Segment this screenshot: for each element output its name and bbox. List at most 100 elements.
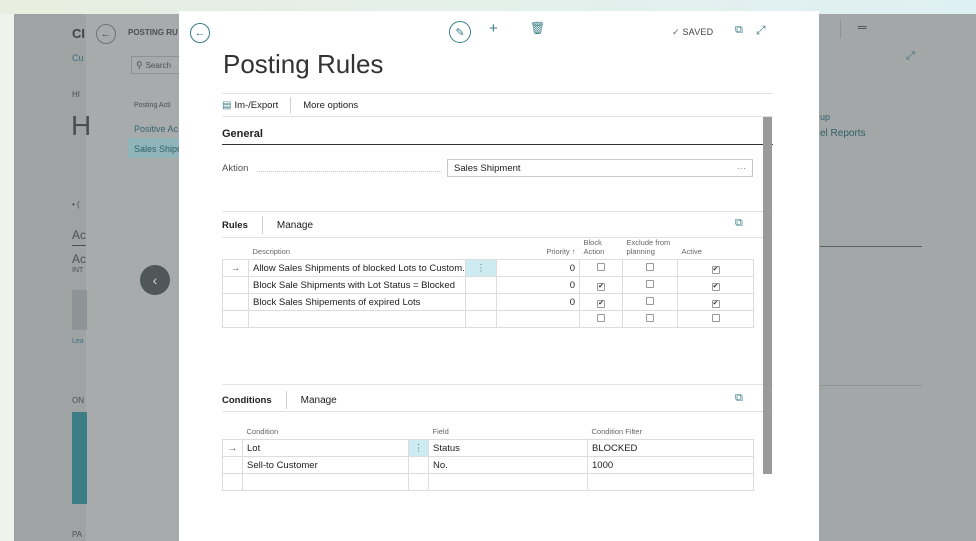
bg-right-reports[interactable]: el Reports: [820, 128, 866, 139]
expand-button[interactable]: ⤢: [756, 23, 766, 38]
condition-cell[interactable]: [242, 473, 409, 491]
page-title: Posting Rules: [223, 49, 384, 79]
previous-button[interactable]: ‹: [140, 265, 170, 295]
bg-tile: [72, 290, 87, 330]
row-actions-button[interactable]: [408, 456, 429, 474]
table-row[interactable]: [222, 310, 754, 328]
active-checkbox[interactable]: ✔: [711, 299, 720, 308]
active-checkbox[interactable]: ✔: [711, 282, 720, 291]
field-cell[interactable]: Status: [428, 439, 588, 457]
priority-cell[interactable]: [496, 310, 580, 328]
exclude-checkbox[interactable]: [646, 262, 654, 271]
column-header-field[interactable]: Field: [428, 427, 588, 440]
exclude-checkbox[interactable]: [646, 313, 654, 322]
rules-part-header: Rules Manage: [222, 216, 313, 234]
check-icon: ✓: [672, 27, 680, 37]
condition-cell[interactable]: Lot: [242, 439, 409, 457]
rules-expand-button[interactable]: ⧉: [735, 217, 743, 230]
row-actions-button[interactable]: [465, 276, 497, 294]
general-section-title[interactable]: General: [222, 128, 263, 140]
priority-cell[interactable]: 0: [496, 259, 580, 277]
row-indicator: [222, 276, 249, 294]
search-icon: ⚲: [136, 59, 143, 70]
row-actions-button[interactable]: [465, 310, 497, 328]
block-action-checkbox[interactable]: [597, 313, 605, 322]
scrollbar[interactable]: [763, 117, 772, 474]
row-actions-button[interactable]: ⋮: [465, 259, 497, 277]
rules-tab[interactable]: Rules: [222, 220, 248, 231]
row-indicator: →: [222, 259, 249, 277]
bg-side-item-selected[interactable]: Sales Shipn: [134, 144, 182, 154]
conditions-expand-button[interactable]: ⧉: [735, 392, 743, 405]
field-leader: [257, 171, 442, 172]
block-action-checkbox[interactable]: ✔: [597, 282, 605, 291]
filter-cell[interactable]: 1000: [587, 456, 754, 474]
lookup-icon[interactable]: ···: [737, 163, 747, 174]
field-cell[interactable]: No.: [428, 456, 588, 474]
expand-icon[interactable]: ⤢: [906, 50, 915, 63]
row-indicator: →: [222, 439, 243, 457]
row-indicator: [222, 293, 249, 311]
description-cell[interactable]: Block Sale Shipments with Lot Status = B…: [248, 276, 466, 294]
bg-search-box[interactable]: ⚲ Search: [131, 56, 181, 74]
rules-grid: Description Priority ↑ Block Action Excl…: [222, 238, 754, 328]
open-window-icon: ⧉: [735, 24, 743, 36]
table-row[interactable]: Block Sale Shipments with Lot Status = B…: [222, 276, 754, 294]
bg-back-button[interactable]: ←: [96, 24, 116, 44]
bg-app-title: CI: [72, 26, 85, 41]
description-cell[interactable]: [248, 310, 466, 328]
priority-cell[interactable]: 0: [496, 276, 580, 294]
background-side-panel: [86, 14, 191, 541]
column-header-condition-filter[interactable]: Condition Filter: [587, 427, 754, 440]
bg-ac-2: Ac: [72, 252, 87, 266]
more-options-button[interactable]: More options: [303, 100, 358, 111]
table-row[interactable]: → Lot ⋮ Status BLOCKED: [222, 439, 754, 457]
new-button[interactable]: +: [489, 20, 498, 37]
plus-icon: +: [489, 20, 498, 37]
column-header-description[interactable]: Description: [248, 238, 466, 260]
description-cell[interactable]: Allow Sales Shipments of blocked Lots to…: [248, 259, 466, 277]
column-header-priority[interactable]: Priority ↑: [496, 238, 580, 260]
aktion-value: Sales Shipment: [454, 162, 521, 174]
block-action-checkbox[interactable]: ✔: [597, 299, 605, 308]
action-bar: ▤ Im-/Export More options: [222, 93, 773, 117]
description-cell[interactable]: Block Sales Shipements of expired Lots: [248, 293, 466, 311]
row-actions-button[interactable]: ⋮: [408, 439, 429, 457]
exclude-checkbox[interactable]: [646, 296, 654, 305]
bg-side-item[interactable]: Positive Ac: [134, 124, 178, 134]
arrow-left-icon: ←: [194, 27, 206, 39]
block-action-checkbox[interactable]: [597, 262, 605, 271]
aktion-field[interactable]: Sales Shipment ···: [447, 159, 753, 177]
back-button[interactable]: ←: [190, 23, 210, 43]
table-row[interactable]: → Allow Sales Shipments of blocked Lots t…: [222, 259, 754, 277]
open-new-window-button[interactable]: ⧉: [735, 24, 743, 37]
row-actions-button[interactable]: [465, 293, 497, 311]
imexport-button[interactable]: ▤ Im-/Export: [222, 100, 278, 111]
table-row[interactable]: Block Sales Shipements of expired Lots 0 ✔…: [222, 293, 754, 311]
active-checkbox[interactable]: [711, 313, 720, 322]
edit-button[interactable]: ✎: [449, 21, 471, 43]
table-row[interactable]: Sell-to Customer No. 1000: [222, 456, 754, 474]
condition-cell[interactable]: Sell-to Customer: [242, 456, 409, 474]
delete-button[interactable]: 🗑: [530, 21, 545, 35]
rules-manage-tab[interactable]: Manage: [277, 220, 313, 231]
column-header-block-action[interactable]: Block Action: [579, 238, 623, 260]
active-checkbox[interactable]: ✔: [711, 265, 720, 274]
filter-cell[interactable]: [587, 473, 754, 491]
row-actions-button[interactable]: [408, 473, 429, 491]
conditions-tab[interactable]: Conditions: [222, 395, 272, 406]
pencil-icon: ✎: [455, 26, 465, 39]
column-header-active[interactable]: Active: [677, 238, 754, 260]
field-cell[interactable]: [428, 473, 588, 491]
column-header-condition[interactable]: Condition: [242, 427, 409, 440]
hamburger-icon[interactable]: ═: [858, 20, 867, 34]
column-header-exclude-from-planning[interactable]: Exclude from planning: [622, 238, 678, 260]
exclude-checkbox[interactable]: [646, 279, 654, 288]
bg-big-h: H: [71, 110, 92, 141]
bg-side-item[interactable]: Posting Acti: [134, 102, 171, 109]
document-export-icon: ▤: [222, 99, 232, 111]
filter-cell[interactable]: BLOCKED: [587, 439, 754, 457]
priority-cell[interactable]: 0: [496, 293, 580, 311]
conditions-manage-tab[interactable]: Manage: [301, 395, 337, 406]
table-row[interactable]: [222, 473, 754, 491]
